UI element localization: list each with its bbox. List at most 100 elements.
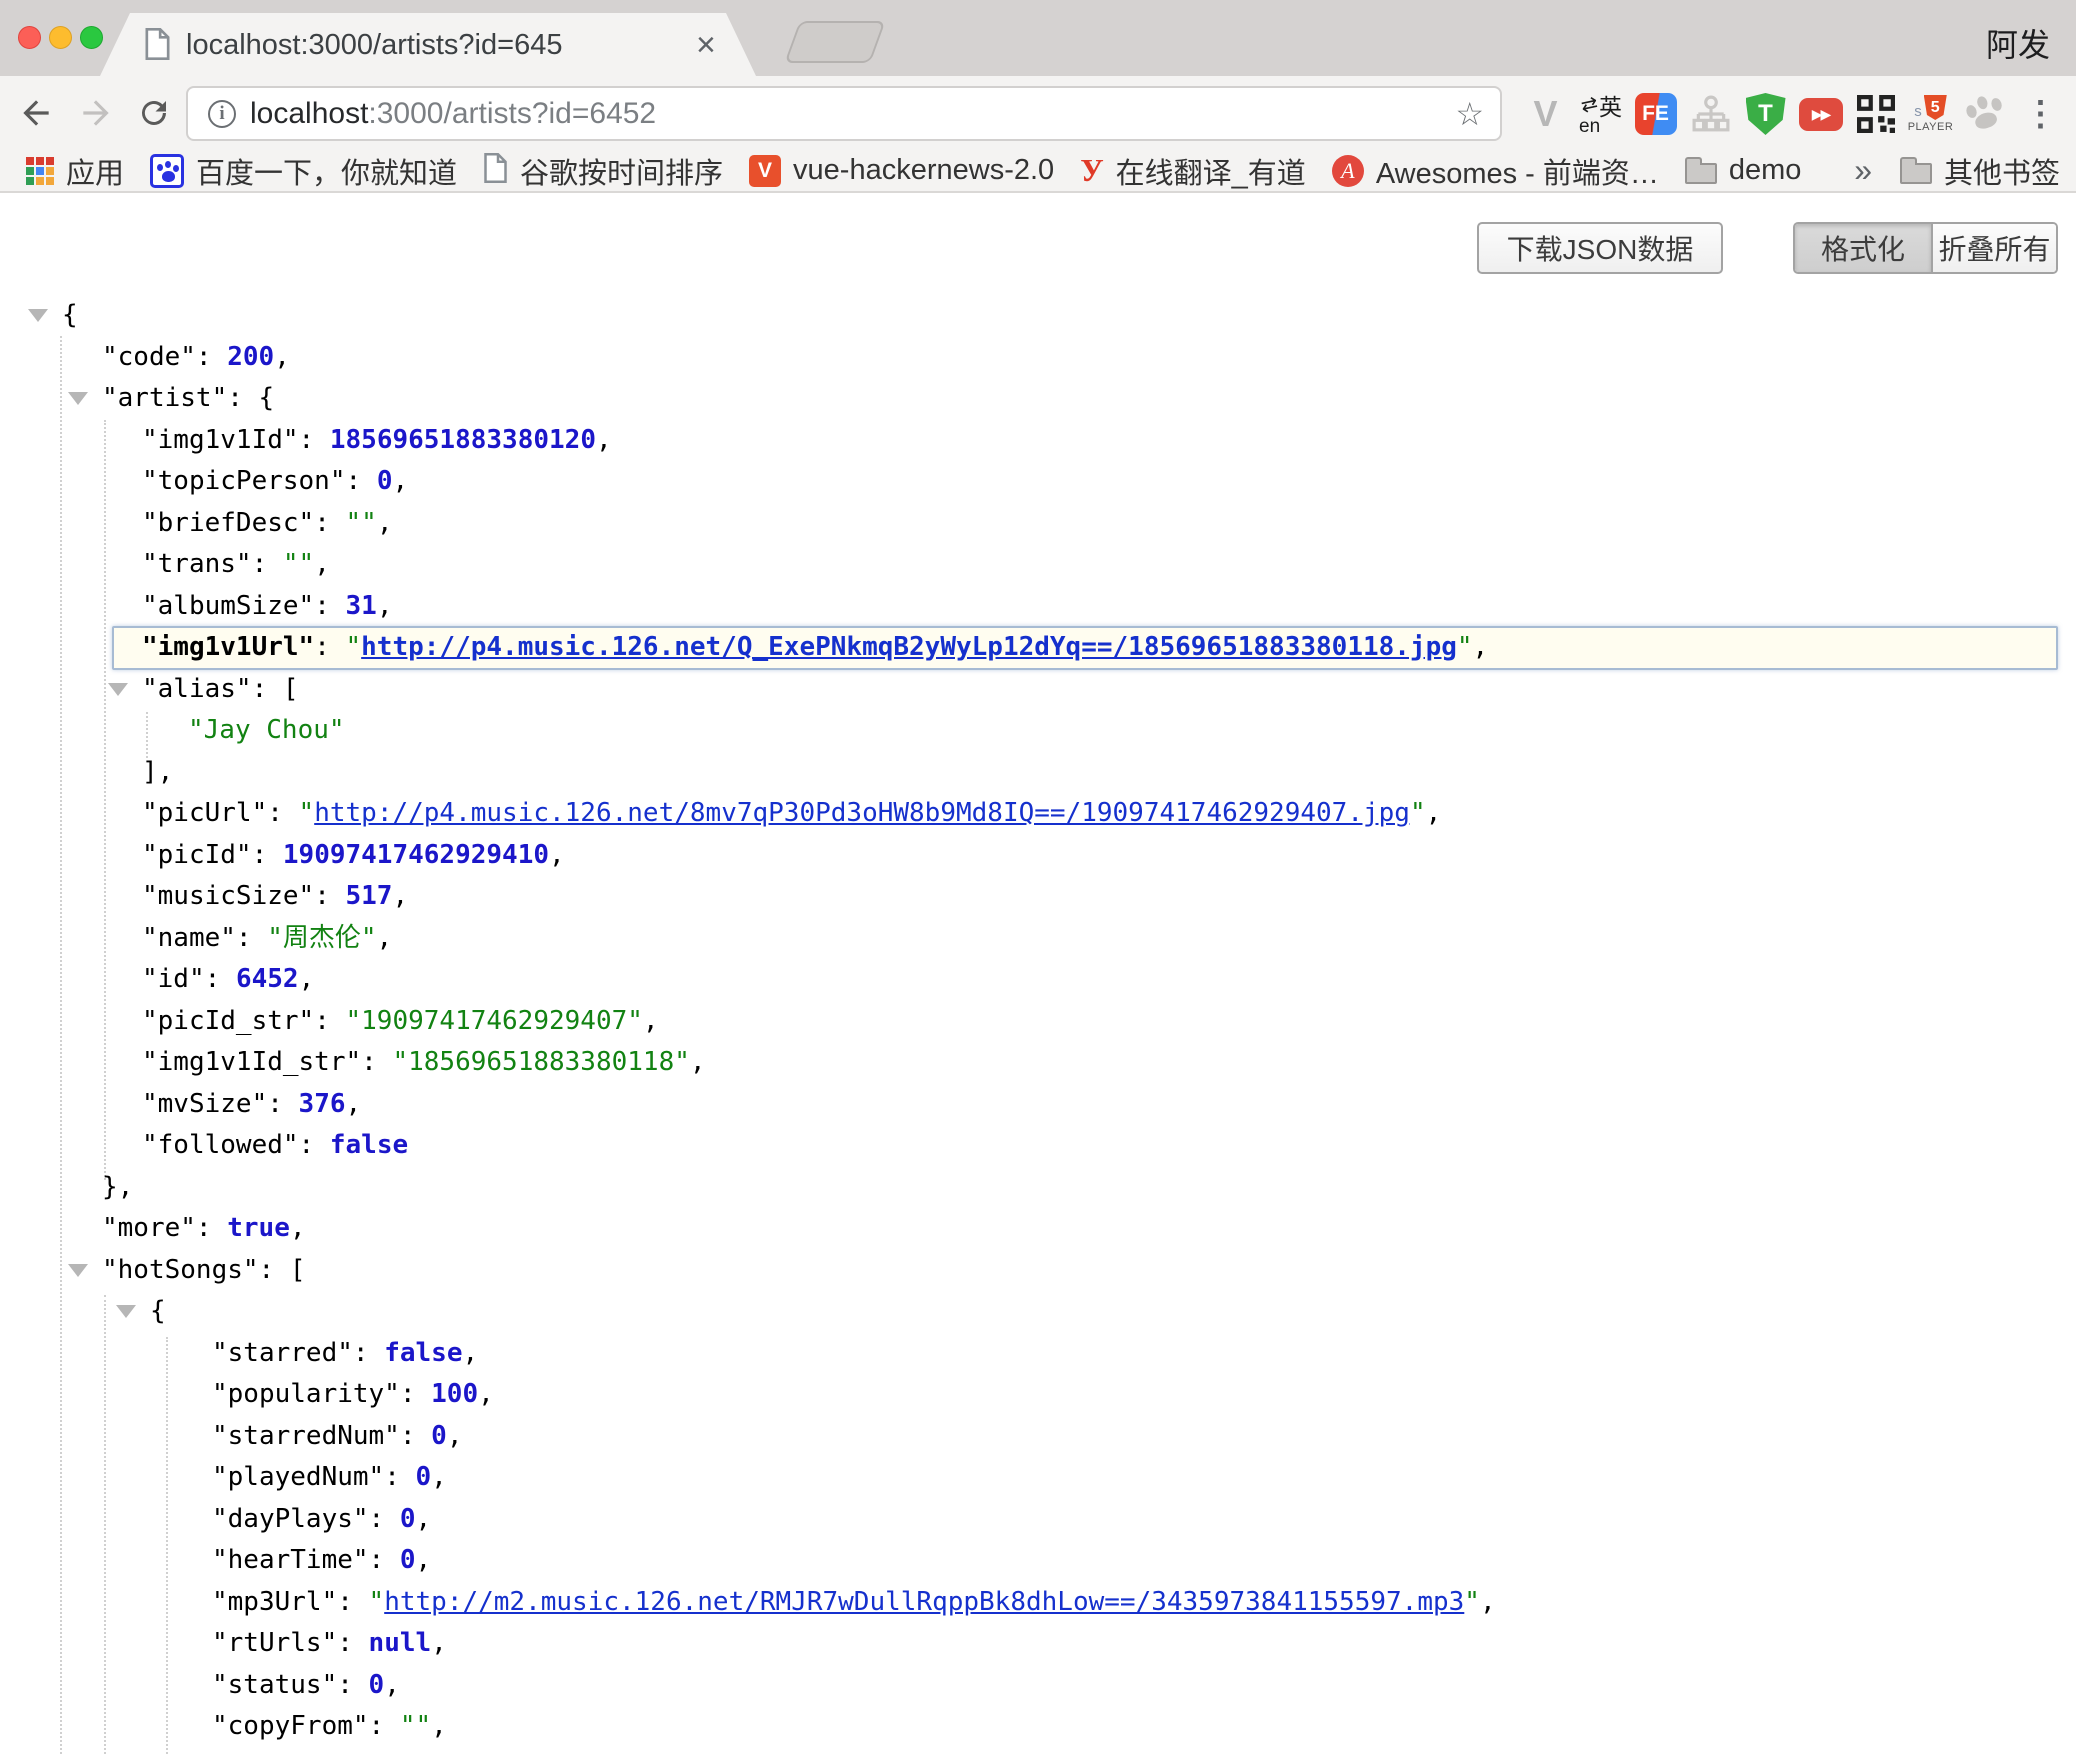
collapse-arrow-icon[interactable] [108, 683, 128, 696]
collapse-arrow-icon[interactable] [28, 309, 48, 322]
json-line: { [0, 295, 2076, 337]
url-text[interactable]: localhost:3000/artists?id=6452 [250, 97, 656, 131]
address-bar[interactable]: i localhost:3000/artists?id=6452 ☆ [186, 86, 1502, 141]
new-tab-button[interactable] [784, 21, 885, 63]
back-icon[interactable] [16, 93, 56, 133]
json-value: , [377, 508, 393, 538]
json-value: 376 [299, 1089, 346, 1119]
json-value: 0 [400, 1545, 416, 1575]
tab-close-icon[interactable]: × [696, 26, 716, 65]
json-line: "hearTime": 0, [0, 1540, 2076, 1582]
bookmark-demo-folder[interactable]: demo [1685, 154, 1802, 187]
close-window-button[interactable] [18, 26, 41, 49]
paw-icon[interactable] [1958, 86, 2013, 142]
json-value: , [290, 1213, 306, 1243]
json-value: : [369, 1711, 400, 1741]
youdao-icon: У [1080, 152, 1103, 189]
json-value: : [314, 508, 345, 538]
json-line: "popularity": 100, [0, 1374, 2076, 1416]
json-key: "artist" [102, 383, 227, 413]
json-line: "picUrl": "http://p4.music.126.net/8mv7q… [0, 793, 2076, 835]
site-info-icon[interactable]: i [208, 100, 236, 128]
json-value: : [196, 342, 227, 372]
translate-arrows-icon: ⇄ [1579, 91, 1601, 119]
folder-icon [1900, 163, 1932, 184]
json-link[interactable]: http://m2.music.126.net/RMJR7wDullRqppBk… [384, 1587, 1464, 1617]
json-value: : [314, 591, 345, 621]
json-link[interactable]: http://p4.music.126.net/8mv7qP30Pd3oHW8b… [314, 798, 1410, 828]
bookmark-youdao[interactable]: У 在线翻译_有道 [1080, 150, 1306, 192]
url-path: :3000/artists?id=6452 [368, 97, 656, 130]
json-line: "alias": [ [0, 669, 2076, 711]
json-key: "more" [102, 1213, 196, 1243]
other-bookmarks-folder[interactable]: 其他书签 [1900, 150, 2060, 192]
json-line: "trans": "", [0, 544, 2076, 586]
json-value: : [400, 1421, 431, 1451]
page-icon [483, 153, 508, 188]
vue-devtools-icon[interactable]: V [1518, 86, 1573, 142]
profile-name[interactable]: 阿发 [1986, 20, 2050, 66]
json-key: "musicSize" [142, 881, 314, 911]
json-value: : [369, 1545, 400, 1575]
json-value: , [431, 1711, 447, 1741]
bookmark-apps[interactable]: 应用 [26, 150, 124, 192]
bookmark-vue-hackernews[interactable]: V vue-hackernews-2.0 [749, 154, 1054, 187]
collapse-arrow-icon[interactable] [68, 1264, 88, 1277]
json-key: "rtUrls" [212, 1628, 337, 1658]
json-key: "starredNum" [212, 1421, 400, 1451]
json-value: , [416, 1504, 432, 1534]
extensions-row: V ⇄ 英 en FE T ▶▶ s5 PLAYER ⋮ [1518, 84, 2068, 144]
fe-extension-icon[interactable]: FE [1628, 86, 1683, 142]
bookmark-star-icon[interactable]: ☆ [1455, 95, 1484, 133]
json-value: , [392, 466, 408, 496]
json-value: : { [227, 383, 274, 413]
view-mode-group: 格式化 折叠所有 [1793, 222, 2058, 274]
json-line: "picId_str": "19097417462929407", [0, 1001, 2076, 1043]
json-value: true [227, 1213, 290, 1243]
format-button[interactable]: 格式化 [1795, 224, 1933, 272]
json-line: "mp3Url": "http://m2.music.126.net/RMJR7… [0, 1582, 2076, 1624]
json-link[interactable]: http://p4.music.126.net/Q_ExePNkmqB2yWyL… [361, 632, 1457, 662]
json-value: 31 [346, 591, 377, 621]
collapse-arrow-icon[interactable] [68, 392, 88, 405]
bookmark-baidu[interactable]: 百度一下，你就知道 [150, 150, 457, 192]
collapse-arrow-icon[interactable] [116, 1305, 136, 1318]
minimize-window-button[interactable] [49, 26, 72, 49]
json-value: : [267, 798, 298, 828]
json-line: "name": "周杰伦", [0, 918, 2076, 960]
json-line: "hotSongs": [ [0, 1250, 2076, 1292]
json-key: "mvSize" [142, 1089, 267, 1119]
download-json-button[interactable]: 下载JSON数据 [1477, 222, 1723, 274]
bookmarks-bar: 应用 百度一下，你就知道 谷歌按时间排序 V vue-hackernews-2.… [0, 150, 2076, 193]
json-value: , [377, 923, 393, 953]
bookmark-google-sort[interactable]: 谷歌按时间排序 [483, 150, 723, 192]
sitemap-icon[interactable] [1683, 86, 1738, 142]
json-value: }, [102, 1172, 133, 1202]
fast-forward-icon[interactable]: ▶▶ [1793, 86, 1848, 142]
qr-code-icon[interactable] [1848, 86, 1903, 142]
json-key: "img1v1Id_str" [142, 1047, 361, 1077]
json-line: "status": 0, [0, 1665, 2076, 1707]
json-line: "code": 200, [0, 337, 2076, 379]
forward-icon[interactable] [76, 93, 116, 133]
reload-icon[interactable] [134, 93, 174, 133]
json-value: null [369, 1628, 432, 1658]
json-value: 0 [400, 1504, 416, 1534]
json-value: "Jay Chou" [188, 715, 345, 745]
json-value: "18569651883380118" [392, 1047, 689, 1077]
folder-icon [1685, 163, 1717, 184]
bookmark-awesomes[interactable]: A Awesomes - 前端资… [1332, 150, 1659, 192]
browser-toolbar: i localhost:3000/artists?id=6452 ☆ V ⇄ 英… [0, 76, 2076, 150]
collapse-all-button[interactable]: 折叠所有 [1933, 224, 2056, 272]
html5-player-icon[interactable]: s5 PLAYER [1903, 86, 1958, 142]
bookmarks-overflow-icon[interactable]: » [1854, 152, 1872, 189]
json-value: , [377, 591, 393, 621]
browser-tab[interactable]: localhost:3000/artists?id=645 × [100, 13, 756, 76]
shield-extension-icon[interactable]: T [1738, 86, 1793, 142]
translate-icon[interactable]: ⇄ 英 en [1573, 86, 1628, 142]
maximize-window-button[interactable] [80, 26, 103, 49]
json-value: , [392, 881, 408, 911]
json-value: , [690, 1047, 706, 1077]
json-line: "mvSize": 376, [0, 1084, 2076, 1126]
menu-icon[interactable]: ⋮ [2013, 86, 2068, 142]
